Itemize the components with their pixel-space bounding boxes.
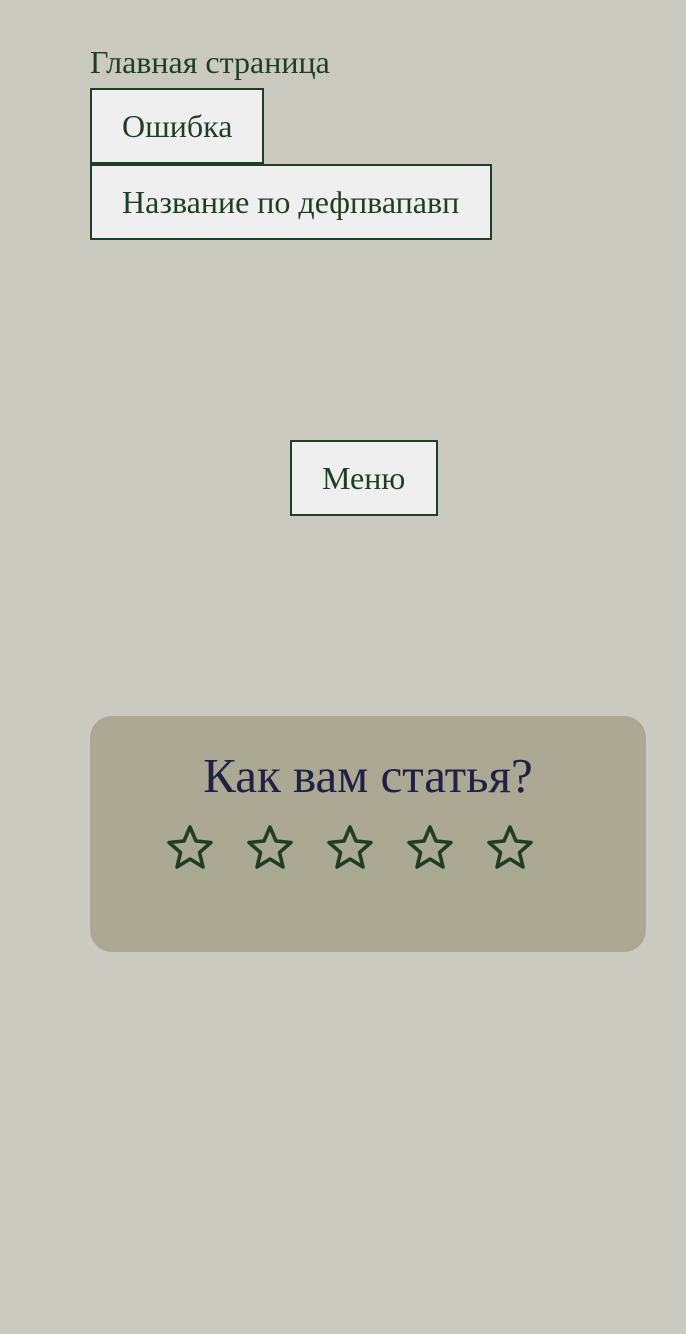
star-4-icon[interactable] [406, 824, 454, 872]
breadcrumb-home[interactable]: Главная страница [90, 40, 330, 84]
star-1-icon[interactable] [166, 824, 214, 872]
error-button[interactable]: Ошибка [90, 88, 264, 164]
star-5-icon[interactable] [486, 824, 534, 872]
rating-card: Как вам статья? [90, 716, 646, 952]
menu-button[interactable]: Меню [290, 440, 438, 516]
rating-question: Как вам статья? [203, 748, 533, 803]
star-2-icon[interactable] [246, 824, 294, 872]
star-3-icon[interactable] [326, 824, 374, 872]
title-button[interactable]: Название по дефпвапавп [90, 164, 492, 240]
